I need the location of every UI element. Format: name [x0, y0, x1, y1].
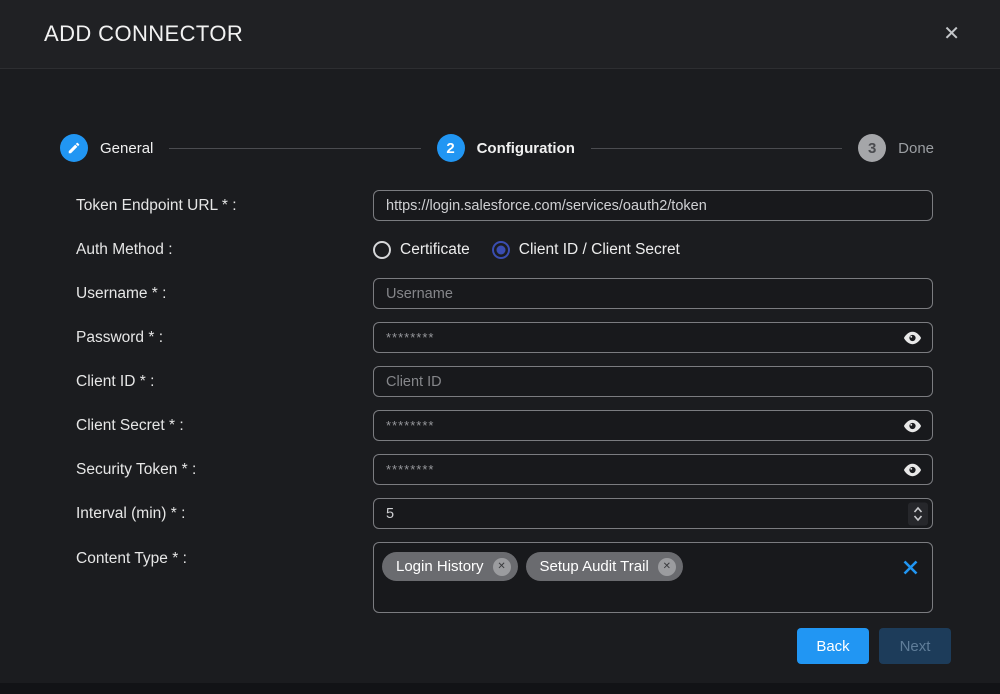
content-type-row: Content Type * : Login History ✕ Setup A… [0, 542, 1000, 613]
radio-certificate[interactable]: Certificate [373, 241, 470, 259]
content-type-multiselect[interactable]: Login History ✕ Setup Audit Trail ✕ [373, 542, 933, 613]
chip-login-history: Login History ✕ [382, 552, 518, 581]
client-id-row: Client ID * : [0, 366, 1000, 397]
interval-label: Interval (min) * : [76, 505, 373, 523]
security-token-label: Security Token * : [76, 461, 373, 479]
interval-stepper[interactable] [908, 502, 928, 525]
step-2-badge: 2 [437, 134, 465, 162]
chip-remove-icon[interactable]: ✕ [493, 558, 511, 576]
password-label: Password * : [76, 329, 373, 347]
eye-icon[interactable] [901, 417, 924, 435]
step-3-badge: 3 [858, 134, 886, 162]
dialog-footer: Back Next [0, 628, 1000, 664]
password-input[interactable] [373, 322, 933, 353]
step-general[interactable]: General [60, 134, 153, 162]
chevron-down-icon [913, 514, 923, 521]
step-done: 3 Done [858, 134, 934, 162]
pencil-icon [60, 134, 88, 162]
radio-selected-icon [492, 241, 510, 259]
page-background-strip [0, 683, 1000, 694]
stepper-connector [591, 148, 842, 149]
token-endpoint-label: Token Endpoint URL * : [76, 197, 373, 215]
chip-remove-icon[interactable]: ✕ [658, 558, 676, 576]
token-endpoint-input[interactable] [373, 190, 933, 221]
security-token-row: Security Token * : [0, 454, 1000, 485]
chevron-up-icon [913, 506, 923, 513]
client-id-input[interactable] [373, 366, 933, 397]
interval-input[interactable] [373, 498, 933, 529]
client-secret-input[interactable] [373, 410, 933, 441]
dialog-title: ADD CONNECTOR [44, 21, 243, 47]
radio-icon [373, 241, 391, 259]
eye-icon[interactable] [901, 329, 924, 347]
interval-row: Interval (min) * : [0, 498, 1000, 529]
username-row: Username * : [0, 278, 1000, 309]
dialog-header: ADD CONNECTOR ✕ [0, 0, 1000, 69]
content-type-label: Content Type * : [76, 542, 373, 568]
eye-icon[interactable] [901, 461, 924, 479]
username-label: Username * : [76, 285, 373, 303]
auth-method-row: Auth Method : Certificate Client ID / Cl… [0, 234, 1000, 265]
auth-method-label: Auth Method : [76, 241, 373, 259]
username-input[interactable] [373, 278, 933, 309]
configuration-form: Token Endpoint URL * : Auth Method : Cer… [0, 190, 1000, 613]
wizard-stepper: General 2 Configuration 3 Done [60, 133, 934, 163]
step-general-label: General [100, 140, 153, 157]
chip-setup-audit-trail: Setup Audit Trail ✕ [526, 552, 683, 581]
token-endpoint-row: Token Endpoint URL * : [0, 190, 1000, 221]
add-connector-dialog: ADD CONNECTOR ✕ General 2 Configuration … [0, 0, 1000, 683]
radio-client-id-secret[interactable]: Client ID / Client Secret [492, 241, 680, 259]
step-done-label: Done [898, 140, 934, 157]
client-secret-label: Client Secret * : [76, 417, 373, 435]
security-token-input[interactable] [373, 454, 933, 485]
clear-all-icon[interactable] [900, 557, 921, 578]
back-button[interactable]: Back [797, 628, 869, 664]
auth-method-radio-group: Certificate Client ID / Client Secret [373, 234, 933, 265]
client-id-label: Client ID * : [76, 373, 373, 391]
password-row: Password * : [0, 322, 1000, 353]
stepper-connector [169, 148, 420, 149]
next-button[interactable]: Next [879, 628, 951, 664]
step-configuration-label: Configuration [477, 140, 575, 157]
step-configuration[interactable]: 2 Configuration [437, 134, 575, 162]
close-icon[interactable]: ✕ [939, 20, 964, 48]
client-secret-row: Client Secret * : [0, 410, 1000, 441]
